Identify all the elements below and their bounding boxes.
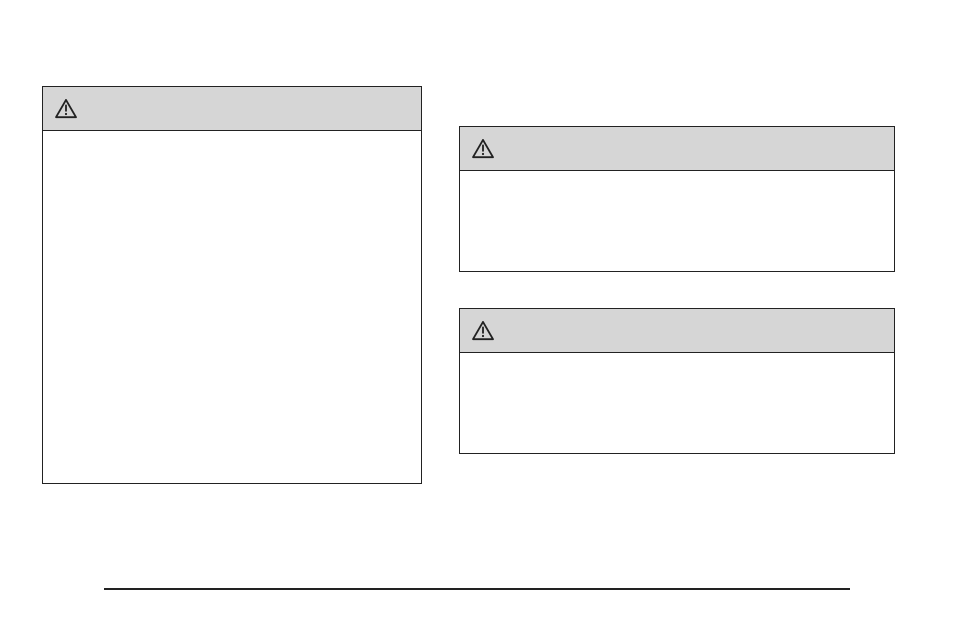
panel-body (460, 353, 894, 373)
panel-body (460, 171, 894, 191)
warning-icon (472, 321, 494, 341)
panel-header (460, 127, 894, 171)
panel-header (43, 87, 421, 131)
horizontal-divider (104, 588, 850, 590)
warning-panel-top-right (459, 126, 895, 272)
warning-panel-large (42, 86, 422, 484)
warning-panel-bottom-right (459, 308, 895, 454)
panel-body (43, 131, 421, 151)
panel-header (460, 309, 894, 353)
warning-icon (55, 99, 77, 119)
warning-icon (472, 139, 494, 159)
